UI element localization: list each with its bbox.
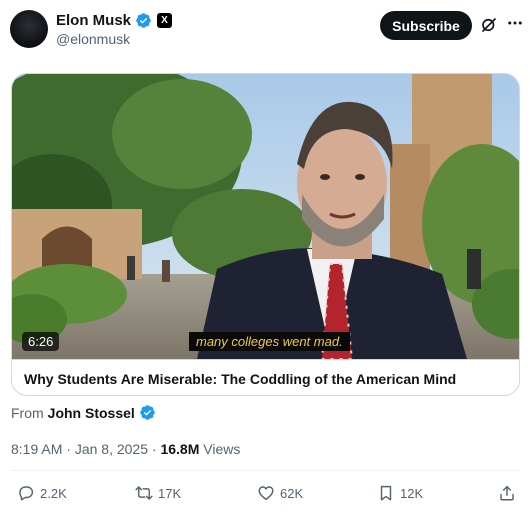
verified-badge-icon — [136, 13, 151, 28]
x-affiliate-icon: X — [157, 13, 173, 28]
author-name-row: Elon Musk X — [56, 12, 173, 29]
video-card[interactable]: 6:26 many colleges went mad. Why Student… — [11, 73, 520, 396]
repost-button[interactable]: 17K — [135, 484, 181, 502]
video-caption: many colleges went mad. — [189, 332, 350, 351]
video-scene-image — [12, 74, 519, 359]
more-icon[interactable] — [506, 14, 524, 32]
reply-count: 2.2K — [40, 485, 67, 501]
views-count: 16.8M — [160, 441, 200, 457]
video-thumbnail[interactable]: 6:26 many colleges went mad. — [12, 74, 519, 359]
tweet-date[interactable]: Jan 8, 2025 — [75, 441, 148, 457]
like-count: 62K — [280, 485, 304, 501]
tweet-meta: 8:19 AM · Jan 8, 2025 · 16.8M Views — [11, 441, 240, 457]
share-icon — [500, 485, 514, 501]
like-button[interactable]: 62K — [257, 484, 303, 502]
subscribe-button[interactable]: Subscribe — [380, 11, 472, 40]
avatar[interactable] — [10, 10, 48, 48]
grok-icon[interactable] — [480, 16, 498, 34]
share-button[interactable] — [498, 484, 516, 502]
heart-icon — [258, 486, 274, 501]
author-handle[interactable]: @elonmusk — [56, 31, 130, 47]
source-prefix: From — [11, 404, 44, 421]
reply-icon — [19, 486, 34, 501]
bookmark-icon — [380, 485, 392, 501]
bookmark-button[interactable]: 12K — [377, 484, 423, 502]
author-name[interactable]: Elon Musk — [56, 12, 131, 29]
tweet-time[interactable]: 8:19 AM — [11, 441, 62, 457]
divider — [11, 470, 520, 471]
repost-icon — [135, 486, 153, 500]
reply-button[interactable]: 2.2K — [17, 484, 67, 502]
card-title[interactable]: Why Students Are Miserable: The Coddling… — [12, 359, 519, 395]
video-duration: 6:26 — [22, 332, 60, 351]
meta-separator: · — [66, 441, 71, 457]
source-attribution: From John Stossel — [11, 404, 156, 421]
meta-separator: · — [151, 441, 157, 457]
verified-badge-icon — [140, 405, 155, 420]
views-label: Views — [203, 441, 241, 457]
source-name[interactable]: John Stossel — [48, 405, 135, 421]
bookmark-count: 12K — [400, 485, 424, 501]
tweet-header: Elon Musk X @elonmusk Subscribe — [10, 8, 522, 50]
action-bar: 2.2K 17K 62K 12K — [11, 484, 520, 504]
repost-count: 17K — [158, 485, 182, 501]
